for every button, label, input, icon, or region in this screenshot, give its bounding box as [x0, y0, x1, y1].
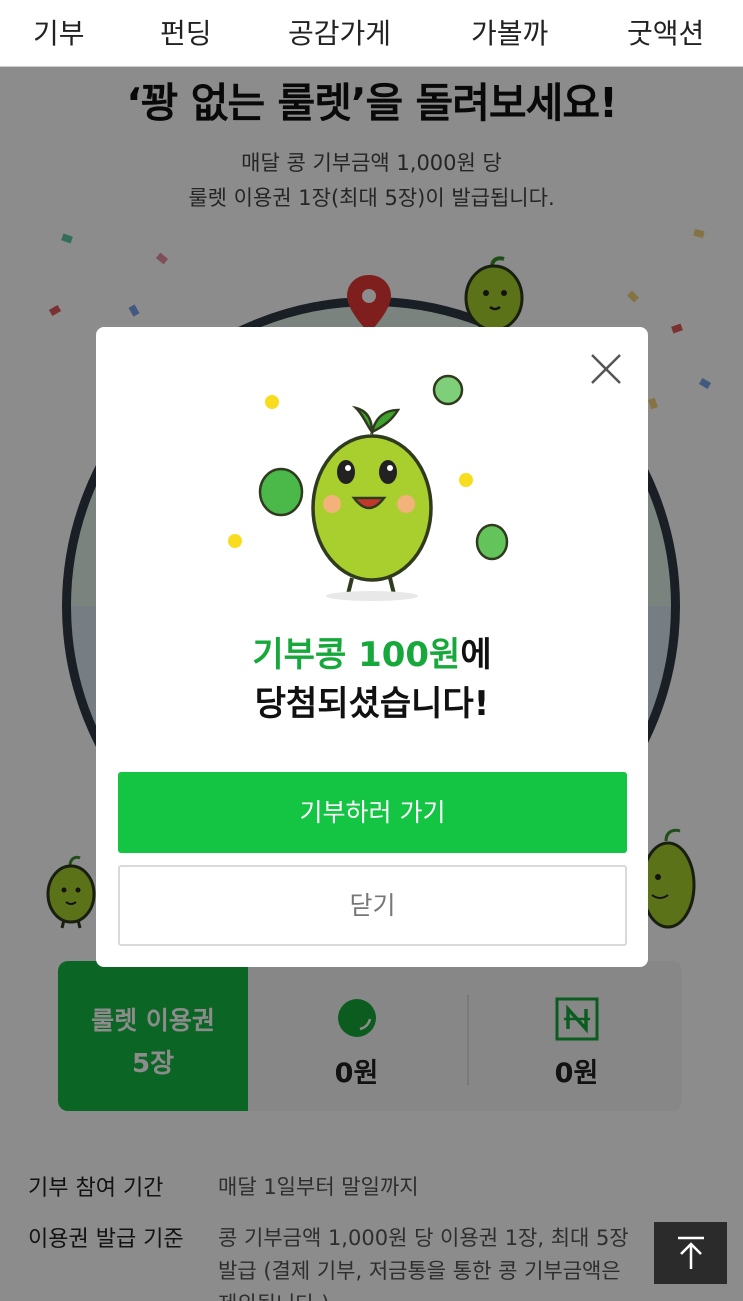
- nav-item-donate[interactable]: 기부: [33, 12, 85, 52]
- top-nav: 기부 펀딩 공감가게 가볼까 굿액션: [0, 0, 743, 67]
- nav-item-empathy-store[interactable]: 공감가게: [288, 12, 391, 52]
- result-modal: 기부콩 100원에 당첨되셨습니다! 기부하러 가기 닫기: [96, 327, 648, 967]
- result-message-line1: 기부콩 100원에: [96, 627, 648, 676]
- close-icon[interactable]: [586, 349, 626, 389]
- result-prize-suffix: 에: [460, 635, 492, 675]
- bean-mascot-celebration-icon: [228, 374, 509, 601]
- modal-close-button[interactable]: 닫기: [118, 865, 627, 946]
- nav-item-shall-we-go[interactable]: 가볼까: [471, 12, 548, 52]
- go-donate-button[interactable]: 기부하러 가기: [118, 772, 627, 853]
- result-prize: 기부콩 100원: [252, 635, 461, 675]
- nav-item-funding[interactable]: 펀딩: [160, 12, 212, 52]
- arrow-up-icon: [678, 1236, 704, 1269]
- result-message-line2: 당첨되셨습니다!: [254, 684, 490, 724]
- nav-item-good-action[interactable]: 굿액션: [627, 12, 704, 52]
- scroll-top-button[interactable]: [654, 1222, 727, 1284]
